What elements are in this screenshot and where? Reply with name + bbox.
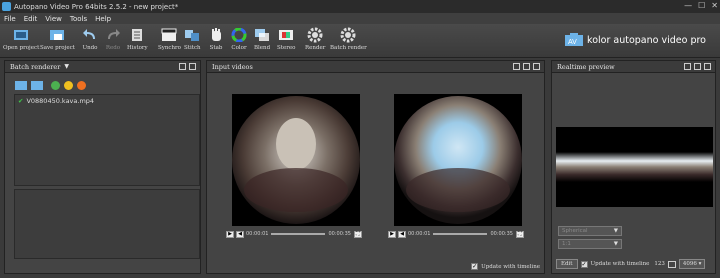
add-project-icon[interactable]: [15, 81, 27, 90]
resolution-select[interactable]: 4096 ▾: [678, 259, 706, 269]
input-videos-panel: Input videos ▶ ◀ 00:00:01 00:00:35 ⛶ ▶ ◀…: [206, 60, 545, 274]
stop-icon[interactable]: [77, 81, 86, 90]
zoom-value: 123: [654, 261, 665, 267]
realtime-preview-header: Realtime preview: [552, 61, 715, 73]
input-update-toggle[interactable]: ✓ Update with timeline: [471, 263, 540, 270]
video-controls-1: ▶ ◀ 00:00:01 00:00:35 ⛶: [226, 230, 366, 238]
batch-details: [14, 189, 200, 259]
batch-dropdown-icon[interactable]: ▼: [64, 63, 69, 70]
close-button[interactable]: ✕: [711, 1, 718, 10]
volume-button[interactable]: ◀: [236, 230, 244, 238]
timeline-slider[interactable]: [433, 233, 488, 235]
batch-render-button[interactable]: Batch render: [330, 27, 367, 51]
color-wheel-icon: [231, 27, 247, 43]
history-button[interactable]: History: [127, 27, 148, 51]
maximize-panel-icon[interactable]: [189, 63, 196, 70]
update-checkbox[interactable]: ✓: [471, 263, 479, 270]
volume-button[interactable]: ◀: [398, 230, 406, 238]
maximize-panel-icon[interactable]: [694, 63, 701, 70]
blend-icon: [254, 27, 270, 43]
history-icon: [129, 27, 145, 43]
kolor-logo-icon: AV: [565, 33, 584, 46]
menu-file[interactable]: File: [0, 15, 20, 23]
brand-logo: AV kolor autopano video pro: [565, 33, 706, 47]
blend-button[interactable]: Blend: [254, 27, 270, 51]
ratio-select[interactable]: 1:1 ▼: [558, 239, 622, 249]
title-bar: Autopano Video Pro 64bits 2.5.2 - new pr…: [0, 0, 720, 13]
play-icon[interactable]: [51, 81, 60, 90]
timeline-slider[interactable]: [271, 233, 326, 235]
close-panel-icon[interactable]: [533, 63, 540, 70]
batch-renderer-panel: Batch renderer ▼ ✔ V0880450.kava.mp4: [4, 60, 201, 274]
batch-toolbar: [15, 81, 86, 90]
menu-edit[interactable]: Edit: [20, 15, 42, 23]
svg-text:AV: AV: [568, 39, 577, 46]
save-project-icon: [49, 27, 65, 43]
minimize-button[interactable]: —: [684, 1, 692, 10]
panorama-preview: [556, 152, 713, 182]
video-controls-2: ▶ ◀ 00:00:01 00:00:35 ⛶: [388, 230, 528, 238]
stereo-icon: [278, 27, 294, 43]
play-button[interactable]: ▶: [226, 230, 234, 238]
realtime-preview-panel: Realtime preview Spherical ▼ 1:1 ▼ Edit …: [551, 60, 716, 274]
stitch-icon: [184, 27, 200, 43]
fisheye-video-2: [394, 96, 522, 224]
menu-tools[interactable]: Tools: [66, 15, 91, 23]
add-project-icon[interactable]: [31, 81, 43, 90]
stitch-button[interactable]: Stitch: [184, 27, 201, 51]
fullscreen-button[interactable]: ⛶: [515, 230, 524, 238]
popout-icon[interactable]: [179, 63, 186, 70]
maximize-button[interactable]: ☐: [698, 1, 705, 10]
color-button[interactable]: Color: [231, 27, 247, 51]
redo-button[interactable]: Redo: [105, 27, 121, 51]
menu-help[interactable]: Help: [91, 15, 115, 23]
gear-icon: [307, 27, 323, 43]
menu-view[interactable]: View: [41, 15, 66, 23]
batch-list: ✔ V0880450.kava.mp4: [14, 94, 200, 186]
close-panel-icon[interactable]: [704, 63, 711, 70]
redo-icon: [105, 27, 121, 43]
chevron-down-icon: ▼: [613, 241, 618, 247]
projection-select[interactable]: Spherical ▼: [558, 226, 622, 236]
maximize-panel-icon[interactable]: [523, 63, 530, 70]
preview-viewport[interactable]: [556, 127, 713, 207]
preview-footer: Edit ✓ Update with timeline 123 4096 ▾: [556, 259, 706, 269]
popout-icon[interactable]: [684, 63, 691, 70]
input-videos-header: Input videos: [207, 61, 544, 73]
open-project-icon: [13, 27, 29, 43]
clapperboard-icon: [161, 27, 177, 43]
app-icon: [2, 2, 11, 11]
gear-icon: [340, 27, 356, 43]
chevron-down-icon: ▼: [613, 228, 618, 234]
undo-icon: [82, 27, 98, 43]
video-frame-2[interactable]: [394, 94, 522, 226]
play-button[interactable]: ▶: [388, 230, 396, 238]
render-button[interactable]: Render: [305, 27, 325, 51]
popout-icon[interactable]: [513, 63, 520, 70]
video-frame-1[interactable]: [232, 94, 360, 226]
pause-icon[interactable]: [64, 81, 73, 90]
batch-renderer-header: Batch renderer ▼: [5, 61, 200, 73]
update-checkbox[interactable]: ✓: [580, 260, 588, 268]
edit-button[interactable]: Edit: [556, 259, 578, 269]
grid-icon[interactable]: [667, 260, 676, 268]
stereo-button[interactable]: Stereo: [277, 27, 295, 51]
open-project-button[interactable]: Open project: [3, 27, 39, 51]
checkmark-icon: ✔: [18, 97, 24, 105]
synchro-button[interactable]: Synchro: [158, 27, 181, 51]
menu-bar: File Edit View Tools Help: [0, 13, 720, 24]
undo-button[interactable]: Undo: [82, 27, 98, 51]
hand-icon: [208, 27, 224, 43]
stab-button[interactable]: Stab: [208, 27, 224, 51]
toolbar: Open project Save project Undo Redo Hist…: [0, 24, 720, 58]
fisheye-video-1: [232, 96, 360, 224]
list-item[interactable]: ✔ V0880450.kava.mp4: [15, 95, 199, 107]
window-title: Autopano Video Pro 64bits 2.5.2 - new pr…: [14, 2, 179, 11]
fullscreen-button[interactable]: ⛶: [353, 230, 362, 238]
save-project-button[interactable]: Save project: [40, 27, 75, 51]
